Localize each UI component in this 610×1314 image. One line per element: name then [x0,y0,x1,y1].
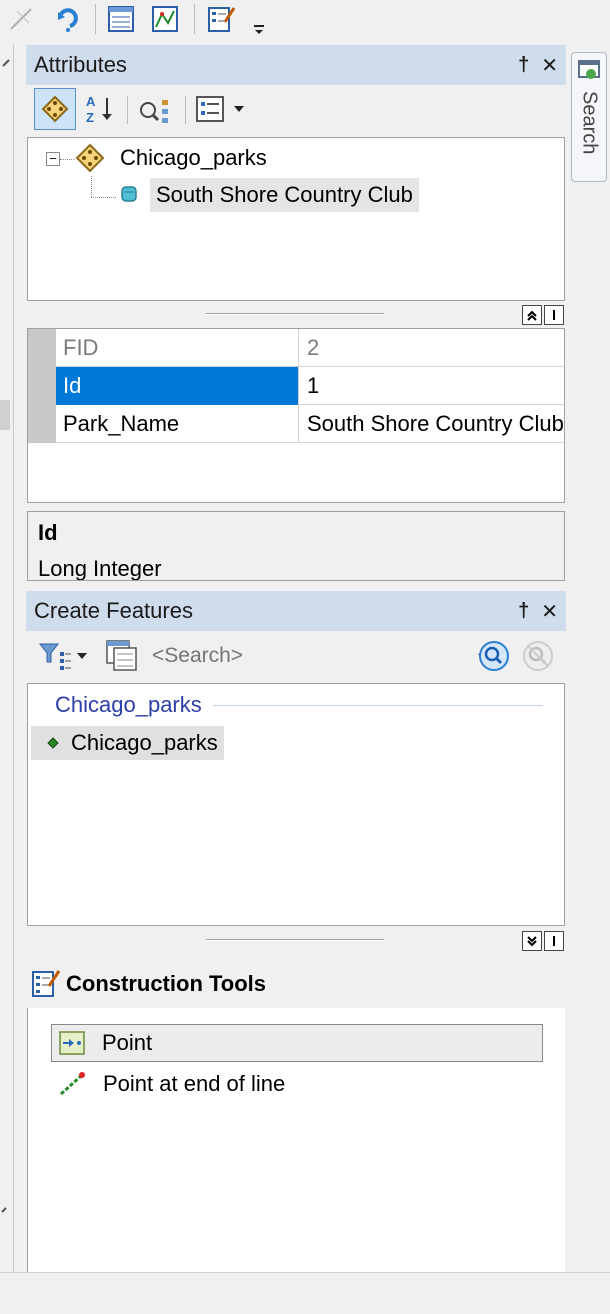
toolbar-separator [194,4,195,34]
tree-feature-item[interactable]: South Shore Country Club [150,178,419,212]
tree-connector [91,197,116,198]
search-icon[interactable] [478,640,510,672]
tree-connector [91,176,92,197]
tree-layer-label[interactable]: Chicago_parks [120,145,267,171]
toolbar-separator [185,96,186,124]
field-name: Park_Name [56,405,299,443]
toolbar-separator [95,4,96,34]
tree-connector [60,159,74,160]
collapse-toggle[interactable]: − [46,152,60,166]
collapse-down-icon[interactable] [522,931,542,951]
dropdown-arrow-icon [234,106,244,112]
attributes-title-bar: Attributes † ✕ [26,45,566,85]
overflow-chevron-icon[interactable] [246,2,272,36]
point-at-end-of-line-icon [59,1072,85,1096]
grid-row-id[interactable]: Id 1 [28,367,566,405]
create-features-toolbar [26,632,566,680]
construction-tools-list: Point Point at end of line [27,1008,565,1272]
filter-dropdown-button[interactable] [38,640,94,672]
options-dropdown-button[interactable] [194,92,250,126]
svg-text:Z: Z [86,110,94,125]
tool-point-at-end-of-line[interactable]: Point at end of line [51,1066,543,1102]
scroll-marker [0,400,10,430]
feature-template-list: Chicago_parks Chicago_parks [27,683,565,926]
pin-icon[interactable]: † [518,600,529,623]
attribute-grid: FID 2 Id 1 Park_Name South Shore Country… [27,328,566,503]
search-side-tab[interactable]: Search [571,52,607,182]
field-name: FID [56,329,299,367]
group-divider [213,705,543,706]
construction-tools-icon [32,970,61,997]
filter-templates-icon [38,643,71,670]
search-window-icon [578,60,600,79]
edit-line-icon[interactable] [4,2,38,36]
close-icon[interactable]: ✕ [541,599,558,624]
search-tab-label: Search [578,91,601,155]
clear-search-icon[interactable] [522,640,554,672]
split-view-icon[interactable] [544,305,564,325]
split-view-icon[interactable] [544,931,564,951]
left-dock-strip [0,44,14,1274]
row-header [28,367,56,405]
point-tool-icon [59,1031,85,1055]
template-item[interactable]: Chicago_parks [31,726,224,760]
feature-record-icon [121,186,137,202]
template-search-box[interactable] [146,638,496,674]
top-toolbar [0,0,610,44]
list-by-layer-button[interactable] [34,88,76,130]
bottom-status-strip [0,1272,610,1314]
template-group-header: Chicago_parks [55,692,210,718]
pin-icon[interactable]: † [518,54,529,77]
svg-text:A: A [86,94,96,109]
field-description: Id Long Integer [27,511,565,581]
row-header [28,405,56,443]
collapse-up-icon[interactable] [522,305,542,325]
feature-tree: − Chicago_parks South Shore Country Club [27,137,565,301]
grid-row-park-name[interactable]: Park_Name South Shore Country Club [28,405,566,443]
attributes-table-icon[interactable] [104,2,138,36]
construction-tools-title: Construction Tools [66,971,267,996]
field-value[interactable]: South Shore Country Club [299,405,566,443]
search-input[interactable] [146,638,466,674]
list-options-icon [196,96,224,122]
template-item-label: Chicago_parks [71,730,218,755]
right-dock-strip [566,44,610,1272]
attributes-toolbar: AZ [26,86,566,134]
create-features-splitter[interactable] [26,929,566,953]
tool-label: Point at end of line [103,1071,286,1096]
tree-feature-label: South Shore Country Club [156,182,413,207]
splitter-grip [206,313,384,315]
identify-related-icon[interactable] [136,92,176,126]
create-features-title: Create Features [34,598,193,623]
construction-tools-header: Construction Tools [26,960,566,1008]
field-description-title: Id [38,520,58,545]
tool-label: Point [102,1030,153,1055]
field-value-editable[interactable]: 1 [299,367,566,405]
row-header [28,329,56,367]
attributes-splitter[interactable] [26,303,566,327]
layer-diamond-icon [41,95,69,123]
field-value: 2 [307,335,320,360]
create-features-title-bar: Create Features † ✕ [26,591,566,631]
create-features-icon[interactable] [204,2,238,36]
dropdown-arrow-icon [77,653,87,659]
sketch-properties-icon[interactable] [148,2,182,36]
tool-point[interactable]: Point [51,1024,543,1062]
organize-templates-icon[interactable] [104,638,138,672]
layer-diamond-icon [75,143,105,173]
splitter-grip [206,939,384,941]
toolbar-separator [127,96,128,124]
attributes-title: Attributes [34,52,127,77]
field-name-selected: Id [56,367,299,405]
rotate-icon[interactable] [50,2,84,36]
field-description-type: Long Integer [38,556,162,581]
close-icon[interactable]: ✕ [541,53,558,78]
point-symbol-icon [47,737,59,749]
sort-az-icon[interactable]: AZ [84,92,118,126]
grid-row-fid[interactable]: FID 2 [28,329,566,367]
